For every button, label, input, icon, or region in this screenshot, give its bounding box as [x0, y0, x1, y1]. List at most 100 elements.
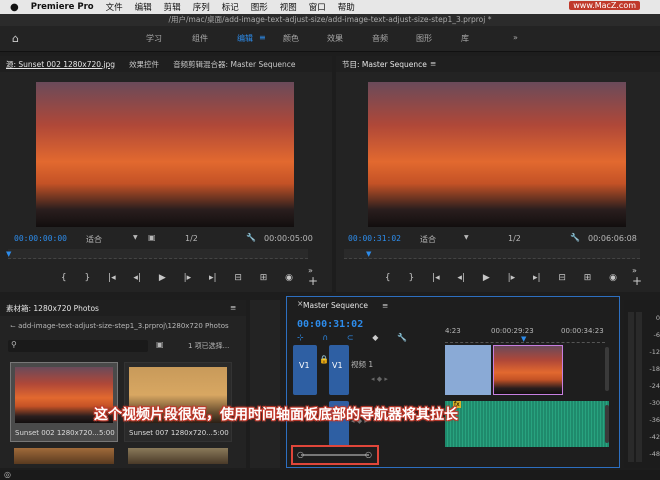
navigator-right-handle[interactable]: ○ — [365, 450, 372, 459]
menu-file[interactable]: 文件 — [106, 1, 123, 13]
program-ratio-select[interactable]: 1/2 — [508, 234, 521, 243]
fit-chevron-icon[interactable]: ▼ — [133, 234, 138, 241]
program-fit-select[interactable]: 适合 — [420, 234, 436, 245]
tick-3: 00:00:34:23 — [561, 327, 604, 335]
bin-menu-icon[interactable]: ≡ — [230, 303, 236, 312]
export-frame-icon[interactable]: ◉ — [285, 273, 293, 283]
ws-graphics[interactable]: 图形 — [416, 33, 432, 44]
timeline-timecode[interactable]: 00:00:31:02 — [297, 319, 363, 330]
ws-editing[interactable]: 编辑 — [237, 33, 253, 44]
timeline-playhead[interactable]: ▼ — [521, 335, 526, 343]
timeline-menu-icon[interactable]: ≡ — [382, 301, 388, 310]
snap-icon[interactable]: ∩ — [322, 333, 328, 345]
ws-audio[interactable]: 音频 — [372, 33, 388, 44]
ws-libraries[interactable]: 库 — [461, 33, 469, 44]
program-timecode[interactable]: 00:00:31:02 — [348, 234, 401, 243]
menu-sequence[interactable]: 序列 — [193, 1, 210, 13]
wrench-icon[interactable]: 🔧 — [246, 233, 256, 242]
go-to-in-icon[interactable]: |◂ — [108, 273, 116, 283]
ws-effects[interactable]: 效果 — [327, 33, 343, 44]
program-playhead[interactable]: ▼ — [366, 250, 371, 258]
ws-menu-icon[interactable]: ≡ — [259, 33, 266, 42]
step-forward-icon[interactable]: |▸ — [184, 273, 192, 283]
apple-icon[interactable]: ● — [10, 2, 19, 13]
go-to-out-icon[interactable]: ▸| — [209, 273, 217, 283]
source-add-button-icon[interactable]: + — [308, 274, 318, 288]
bin-item-3-thumb[interactable] — [14, 448, 114, 464]
menu-edit[interactable]: 编辑 — [135, 1, 152, 13]
menu-marker[interactable]: 标记 — [222, 1, 239, 13]
prog-step-forward-icon[interactable]: |▸ — [508, 273, 516, 283]
menu-graphics[interactable]: 图形 — [251, 1, 268, 13]
nest-icon[interactable]: ⊹ — [297, 333, 304, 345]
prog-mark-out-icon[interactable]: } — [408, 273, 414, 283]
timeline-wrench-icon[interactable]: 🔧 — [397, 333, 407, 345]
audio-track-scrollbar[interactable] — [605, 405, 609, 443]
source-patch-v1[interactable]: V1 — [293, 345, 317, 395]
program-video-frame — [368, 82, 626, 227]
track-target-v1[interactable]: V1 — [329, 345, 349, 395]
program-fit-chevron-icon[interactable]: ▼ — [464, 234, 469, 241]
prog-go-to-out-icon[interactable]: ▸| — [533, 273, 541, 283]
insert-icon[interactable]: ⊟ — [234, 273, 242, 283]
menu-view[interactable]: 视图 — [280, 1, 297, 13]
menu-window[interactable]: 窗口 — [309, 1, 326, 13]
ws-color[interactable]: 颜色 — [283, 33, 299, 44]
menu-clip[interactable]: 剪辑 — [164, 1, 181, 13]
source-fit-select[interactable]: 适合 — [86, 234, 102, 245]
play-icon[interactable]: ▶ — [159, 273, 166, 283]
source-timecode[interactable]: 00:00:00:00 — [14, 234, 67, 243]
prog-export-frame-icon[interactable]: ◉ — [609, 273, 617, 283]
video-clip-1[interactable] — [445, 345, 491, 395]
program-time-ruler[interactable]: ▼ — [344, 249, 640, 259]
extract-icon[interactable]: ⊞ — [584, 273, 592, 283]
bin-search-input[interactable]: ⚲ — [8, 340, 148, 352]
effect-controls-tab[interactable]: 效果控件 — [129, 59, 159, 70]
keyframe-nav-icon[interactable]: ◂ ◆ ▸ — [371, 375, 388, 383]
linked-icon[interactable]: ⊂ — [347, 333, 354, 345]
timeline-ruler[interactable]: ▼ — [445, 335, 605, 343]
ws-assembly[interactable]: 组件 — [192, 33, 208, 44]
program-add-button-icon[interactable]: + — [632, 274, 642, 288]
prog-go-to-in-icon[interactable]: |◂ — [432, 273, 440, 283]
menu-help[interactable]: 帮助 — [338, 1, 355, 13]
mark-in-icon[interactable]: { — [61, 273, 67, 283]
step-back-icon[interactable]: ◂| — [133, 273, 141, 283]
overwrite-icon[interactable]: ⊞ — [260, 273, 268, 283]
track-lock-icon[interactable]: 🔒 — [319, 355, 329, 364]
lift-icon[interactable]: ⊟ — [558, 273, 566, 283]
home-icon[interactable]: ⌂ — [12, 32, 19, 45]
audio-clip[interactable] — [445, 401, 609, 447]
bin-item-1[interactable]: Sunset 002 1280x720... 5:00 — [10, 362, 118, 442]
source-time-ruler[interactable]: ▼ — [6, 249, 308, 259]
new-bin-icon[interactable]: ▣ — [156, 340, 164, 349]
source-tab[interactable]: 源: Sunset 002 1280x720.jpg — [6, 59, 115, 70]
bin-title[interactable]: 素材箱: 1280x720 Photos — [6, 303, 99, 314]
program-title[interactable]: 节目: Master Sequence — [342, 59, 427, 70]
timeline-close-icon[interactable]: × — [297, 299, 303, 308]
program-wrench-icon[interactable]: 🔧 — [570, 233, 580, 242]
app-name[interactable]: Premiere Pro — [31, 2, 94, 12]
ws-more-icon[interactable]: » — [513, 33, 518, 42]
bin-item-4-thumb[interactable] — [128, 448, 228, 464]
source-ratio-select[interactable]: 1/2 — [185, 234, 198, 243]
mark-out-icon[interactable]: } — [84, 273, 90, 283]
program-menu-icon[interactable]: ≡ — [430, 59, 436, 68]
camera-icon[interactable]: ▣ — [148, 233, 156, 242]
video-track-scrollbar[interactable] — [605, 347, 609, 391]
prog-play-icon[interactable]: ▶ — [483, 273, 490, 283]
meter-label-18: -18 — [649, 365, 660, 373]
bin-item-2[interactable]: Sunset 007 1280x720... 5:00 — [124, 362, 232, 442]
source-playhead[interactable]: ▼ — [6, 250, 11, 258]
prog-step-back-icon[interactable]: ◂| — [457, 273, 465, 283]
audio-mixer-tab[interactable]: 音频剪辑混合器: Master Sequence — [173, 59, 295, 70]
navigator-left-handle[interactable]: ○ — [297, 450, 304, 459]
timeline-title[interactable]: Master Sequence — [303, 301, 368, 310]
status-icon[interactable]: ◎ — [4, 470, 11, 479]
video-clip-2[interactable] — [493, 345, 563, 395]
timeline-navigator-bar[interactable] — [301, 454, 369, 456]
folder-up-icon[interactable]: ⌙ — [10, 322, 16, 330]
ws-learn[interactable]: 学习 — [146, 33, 162, 44]
marker-icon[interactable]: ◆ — [372, 333, 378, 345]
prog-mark-in-icon[interactable]: { — [385, 273, 391, 283]
